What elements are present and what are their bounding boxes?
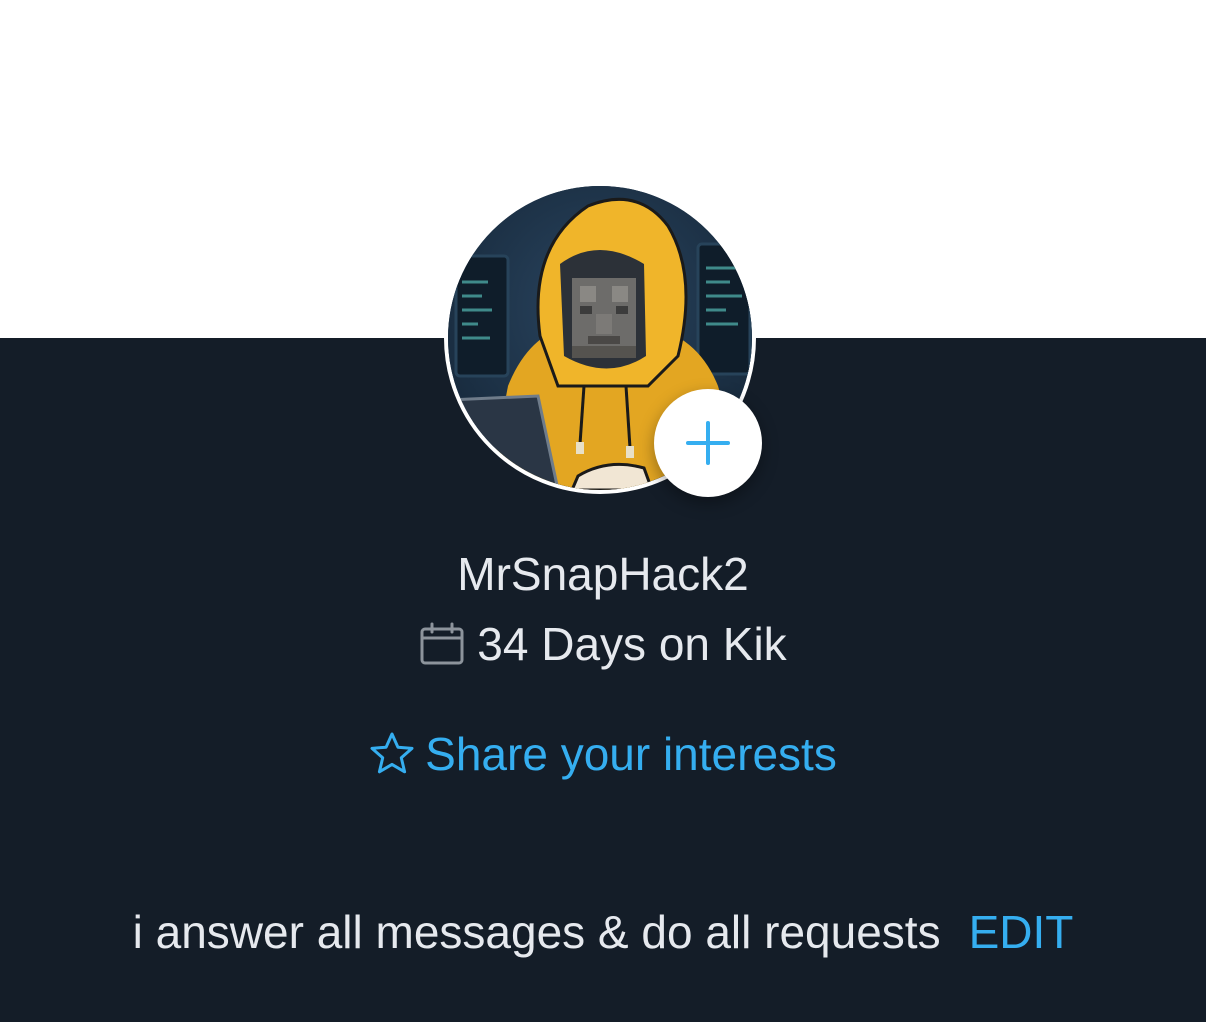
bio-row: i answer all messages & do all requests … <box>0 904 1206 960</box>
days-on-kik-label: 34 Days on Kik <box>477 618 787 670</box>
share-interests-label: Share your interests <box>425 728 837 780</box>
days-on-kik: 34 Days on Kik <box>0 616 1206 672</box>
star-icon <box>369 731 415 777</box>
bio-text: i answer all messages & do all requests <box>132 906 941 958</box>
username: MrSnapHack2 <box>457 548 749 600</box>
profile-avatar-group <box>444 182 762 500</box>
calendar-icon <box>419 621 465 667</box>
add-photo-button[interactable] <box>654 389 762 497</box>
share-interests-link[interactable]: Share your interests <box>0 726 1206 782</box>
edit-bio-button[interactable]: EDIT <box>969 904 1074 960</box>
plus-icon <box>686 421 730 465</box>
